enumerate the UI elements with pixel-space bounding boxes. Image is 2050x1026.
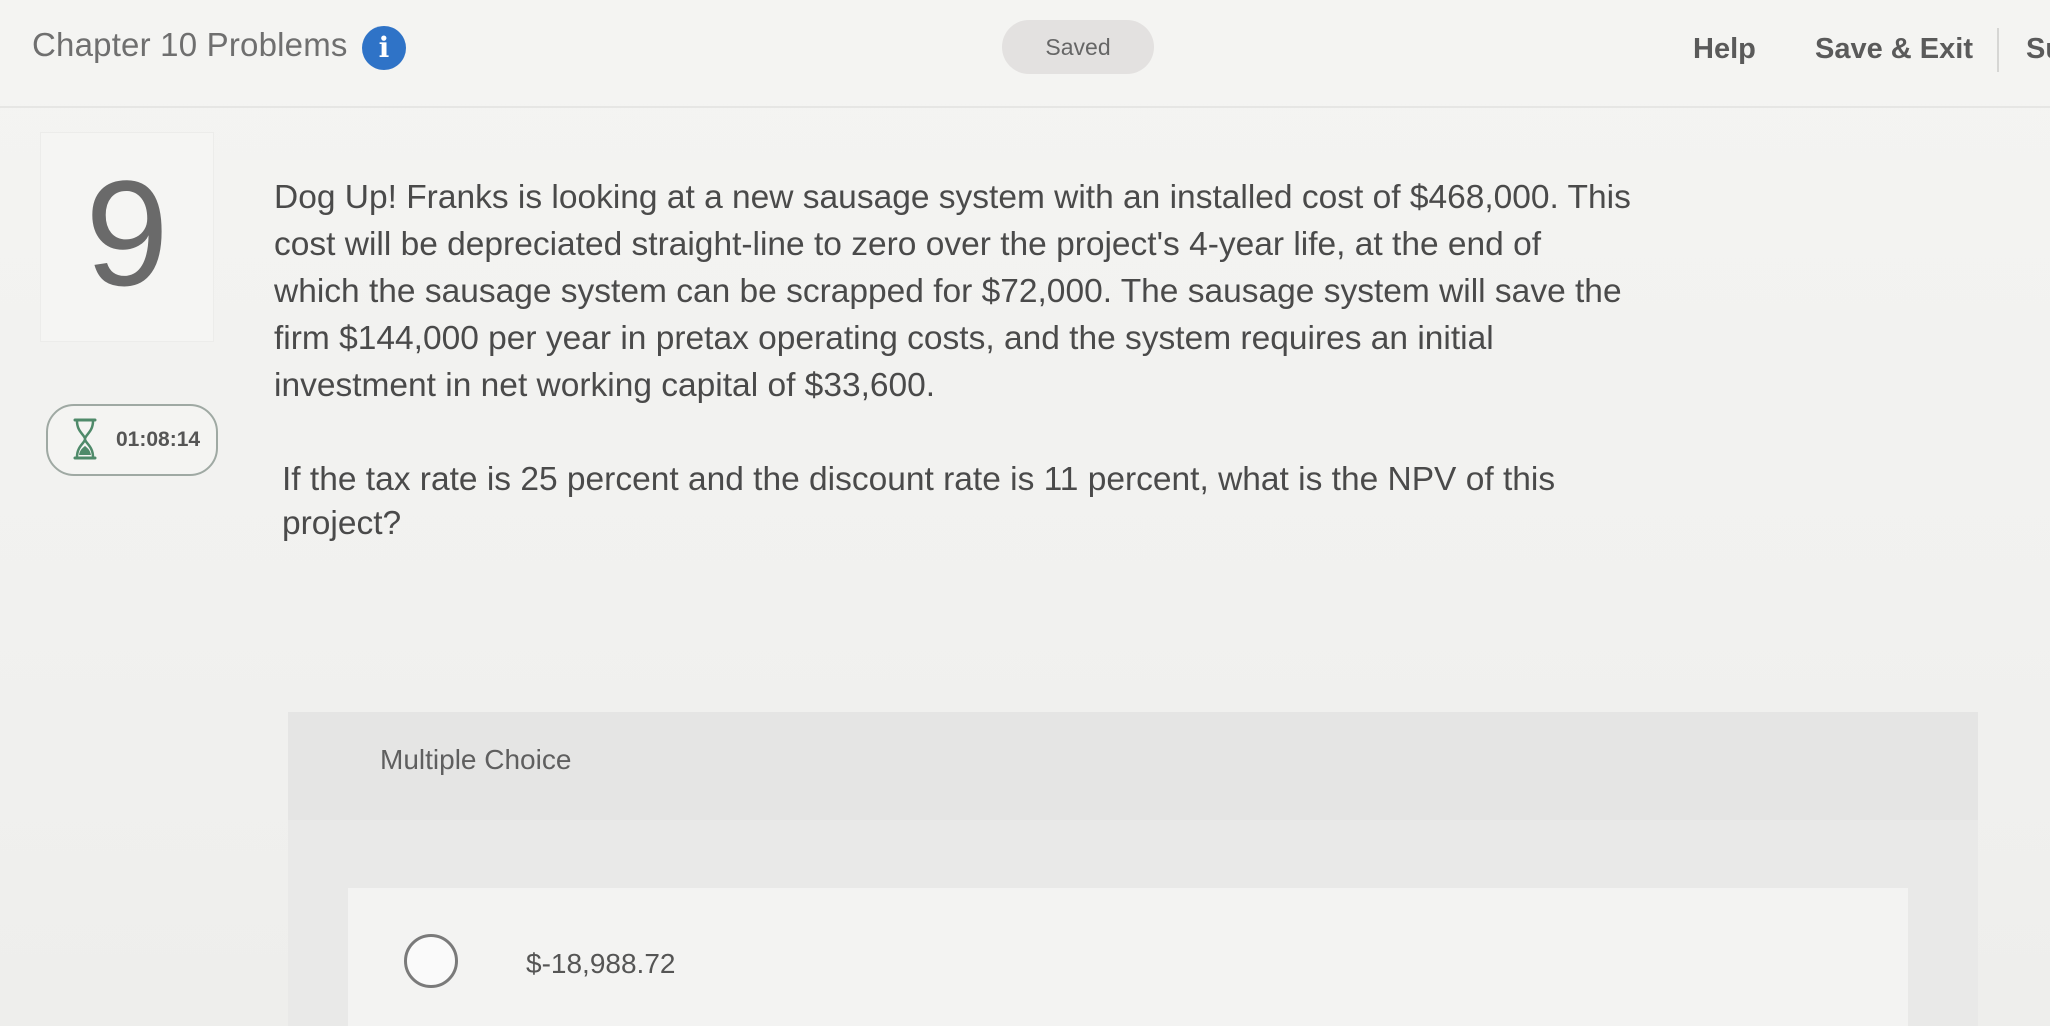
radio-button[interactable] — [404, 934, 458, 988]
answer-option-label: $-18,988.72 — [526, 948, 676, 979]
answer-panel: Multiple Choice $-18,988.72 — [288, 712, 1978, 1026]
answer-option[interactable]: $-18,988.72 — [348, 888, 1908, 1026]
header-divider — [1997, 28, 1999, 72]
question-prompt: If the tax rate is 25 percent and the di… — [282, 461, 1556, 542]
timer-value: 01:08:14 — [116, 428, 201, 451]
saved-status-badge: Saved — [1002, 20, 1154, 74]
question-text: Dog Up! Franks is looking at a new sausa… — [274, 179, 1631, 404]
answer-type-header: Multiple Choice — [288, 712, 1978, 820]
hourglass-icon — [73, 418, 97, 460]
timer-badge: 01:08:14 — [46, 404, 218, 476]
question-number-box: 9 — [40, 132, 214, 342]
save-exit-button[interactable]: Save & Exit — [1815, 33, 1973, 66]
top-bar: Chapter 10 Problems i Saved Help Save & … — [0, 0, 2050, 108]
help-button[interactable]: Help — [1693, 33, 1756, 66]
assignment-page: Chapter 10 Problems i Saved Help Save & … — [0, 0, 2050, 1026]
submit-button[interactable]: Su — [2026, 33, 2050, 66]
answer-type-label: Multiple Choice — [380, 744, 572, 775]
assignment-title: Chapter 10 Problems — [32, 26, 348, 63]
question-number: 9 — [85, 149, 169, 317]
info-icon[interactable]: i — [362, 26, 406, 70]
